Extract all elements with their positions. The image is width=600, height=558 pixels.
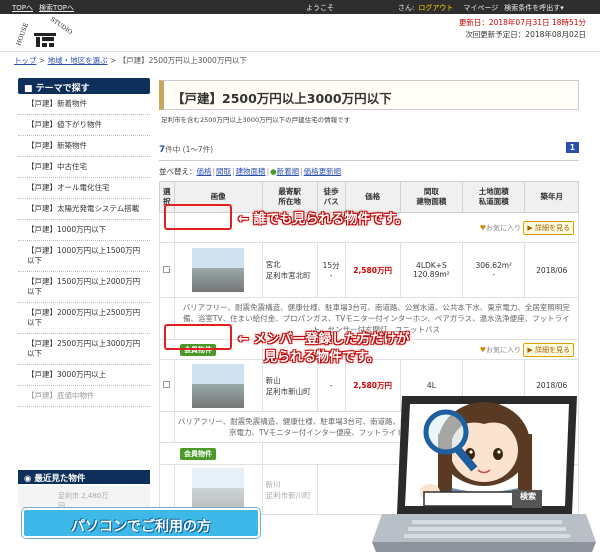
station: 宮北 — [265, 260, 281, 269]
search-condition-link[interactable]: 検索条件を呼出す▾ — [504, 4, 564, 12]
recent-heading: ◉ 最近見た物件 — [18, 470, 150, 484]
laptop-search-button: 検索 — [520, 492, 536, 501]
callout-member-line1: ← メンバー登録した方だけが — [238, 332, 410, 347]
svg-text:HOUSE: HOUSE — [16, 22, 30, 47]
row-checkbox[interactable] — [163, 381, 171, 388]
sidebar-item[interactable]: 【戸建】3000万円以上 — [18, 365, 150, 386]
sidebar-item[interactable]: 【戸建】1500万円以上2000万円以下 — [18, 272, 150, 303]
land-area: 306.62m² — [475, 261, 513, 270]
top-bar: TOPへ 検索TOPへ ようこそ さん: ログアウト マイページ 検索条件を呼出す▾ — [0, 0, 600, 14]
favorite-button[interactable]: ♥お気に入り — [480, 224, 521, 232]
price: 2,580万円 — [344, 242, 401, 298]
built-date: 2018/06 — [524, 242, 579, 298]
breadcrumb-home[interactable]: トップ — [14, 56, 37, 65]
layout: 4LDK+S — [416, 261, 447, 270]
sort-link[interactable]: 間取 — [216, 167, 231, 176]
building-area: 120.89m² — [413, 270, 450, 279]
sort-link[interactable]: 新着順 — [277, 167, 300, 176]
private-road-area: - — [492, 270, 496, 279]
page-number[interactable]: 1 — [565, 142, 579, 153]
updated-date: 更新日：2018年07月31日 18時51分 — [458, 18, 586, 27]
result-count: 7件中 (1〜7件) 1 — [159, 142, 579, 156]
address: 足利市新川町 — [265, 490, 311, 500]
highlight-box-public — [164, 204, 232, 230]
sidebar-item[interactable]: 【戸建】2500万円以上3000万円以下 — [18, 334, 150, 365]
column-header: 間取 建物面積 — [399, 181, 464, 213]
top-link[interactable]: TOPへ — [12, 4, 33, 12]
sidebar-item[interactable]: 【戸建】太陽光発電システム搭載 — [18, 199, 150, 220]
walk: - — [316, 359, 346, 412]
pc-users-badge: パソコンでご利用の方 — [22, 508, 260, 538]
sidebar-item[interactable]: 【戸建】中古住宅 — [18, 157, 150, 178]
column-header: 土地面積 私道面積 — [462, 181, 526, 213]
breadcrumb-sep: > — [38, 56, 46, 65]
breadcrumb-area[interactable]: 地域・地区を選ぶ — [48, 56, 108, 65]
sidebar-item[interactable]: 【戸建】新築物件 — [18, 136, 150, 157]
sidebar-item[interactable]: 【戸建】1000万円以下 — [18, 220, 150, 241]
bus: - — [329, 271, 333, 280]
station: 新山 — [265, 375, 281, 385]
detail-button[interactable]: ▶ 詳細を見る — [523, 220, 574, 235]
sidebar-heading: ■ テーマで探す — [18, 78, 150, 94]
property-photo[interactable] — [192, 248, 245, 292]
callout-public: ← 誰でも見られる物件です。 — [238, 212, 409, 227]
header: HOUSE STUDIO 更新日：2018年07月31日 18時51分次回更新予… — [0, 14, 600, 52]
sort-bar: 並べ替え：価格|間取|建物面積|●新着順|価格更新順 — [159, 160, 579, 177]
walk: 15分 — [322, 261, 340, 270]
sort-link[interactable]: 価格 — [197, 167, 212, 176]
logout-link[interactable]: ログアウト — [418, 4, 453, 12]
mypage-link[interactable]: マイページ — [463, 4, 498, 12]
highlight-box-member — [164, 324, 232, 350]
breadcrumb-sep: > — [109, 56, 117, 65]
welcome-text: ようこそ — [306, 4, 334, 12]
breadcrumb: トップ > 地域・地区を選ぶ > 【戸建】2500万円以上3000万円以下 — [14, 55, 247, 66]
user-suffix: さん: — [398, 4, 415, 12]
sidebar-item[interactable]: 【戸建】値下がり物件 — [18, 115, 150, 136]
callout-member-line2: 見られる物件です。 — [264, 350, 380, 365]
laptop-search-box — [423, 491, 523, 507]
house-studio-logo[interactable]: HOUSE STUDIO — [16, 16, 74, 50]
page-title: 【戸建】2500万円以上3000万円以下 — [159, 80, 579, 110]
address: 足利市新山町 — [265, 386, 311, 396]
sidebar: ■ テーマで探す 【戸建】新着物件 【戸建】値下がり物件 【戸建】新築物件 【戸建】中… — [18, 78, 150, 407]
breadcrumb-current: 【戸建】2500万円以上3000万円以下 — [118, 56, 247, 65]
next-update-date: 次回更新予定日：2018年08月02日 — [465, 30, 586, 39]
search-top-link[interactable]: 検索TOPへ — [39, 4, 74, 12]
sidebar-item[interactable]: 【戸建】オール電化住宅 — [18, 178, 150, 199]
member-badge: 会員物件 — [180, 447, 216, 460]
station: 新川 — [265, 479, 281, 489]
detail-button[interactable]: ▶ 詳細を見る — [523, 342, 574, 357]
column-header: 築年月 — [524, 181, 579, 213]
sidebar-item[interactable]: 【戸建】底値中物件 — [18, 386, 150, 407]
sort-link[interactable]: 価格更新順 — [304, 167, 342, 176]
laptop-illustration — [372, 396, 596, 552]
address: 足利市宮北町 — [265, 271, 311, 280]
sidebar-item[interactable]: 【戸建】2000万円以上2500万円以下 — [18, 303, 150, 334]
magnifier-icon — [423, 409, 469, 455]
favorite-button[interactable]: ♥お気に入り — [480, 346, 521, 354]
sort-link[interactable]: 建物面積 — [236, 167, 266, 176]
property-photo[interactable] — [192, 467, 245, 512]
row-checkbox[interactable] — [163, 265, 171, 273]
sidebar-item[interactable]: 【戸建】新着物件 — [18, 94, 150, 115]
recent-item[interactable]: 足利市 2,480万円 — [18, 486, 150, 510]
sidebar-item[interactable]: 【戸建】1000万円以上1500万円以下 — [18, 241, 150, 272]
page-description: 足利市を含む2500万円以上3000万円以下の戸建住宅の情報です — [161, 116, 351, 124]
property-photo[interactable] — [192, 363, 245, 408]
